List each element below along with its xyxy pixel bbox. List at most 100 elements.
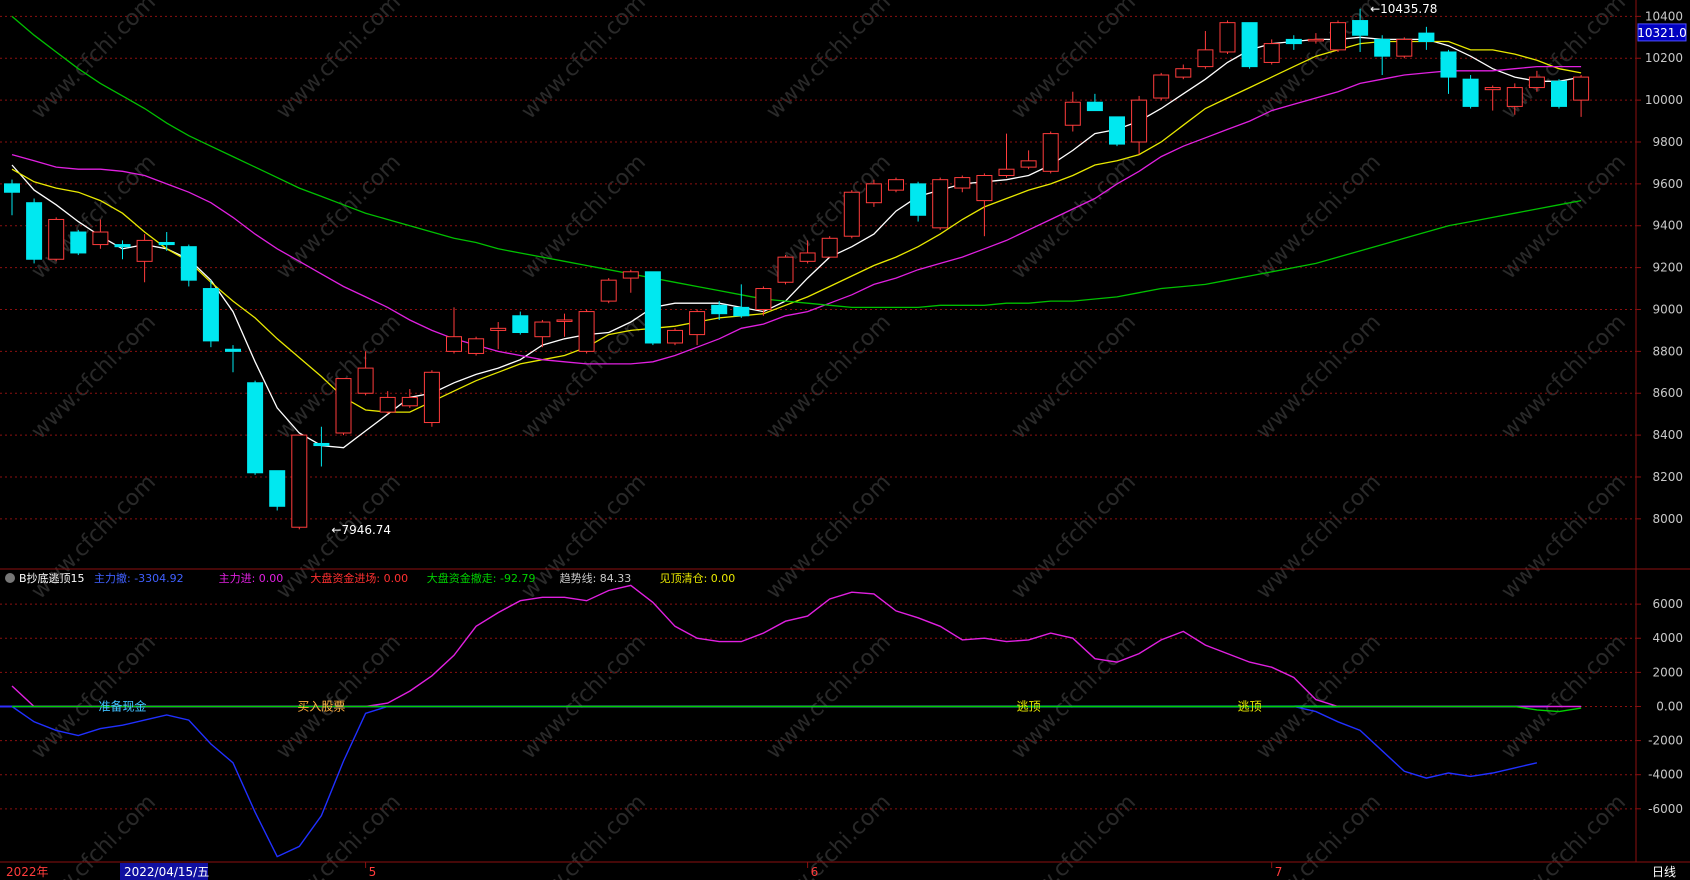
candle-up (821, 237, 838, 258)
candle-up (1020, 160, 1037, 168)
moving-average-line-3 (11, 65, 1582, 365)
candle-up (799, 252, 816, 262)
candle-down (512, 315, 529, 334)
watermark-text: www.cfchi.com (1497, 790, 1631, 880)
indicator-legend-item: 主力撤: -3304.92 (94, 571, 184, 585)
candle-down (1440, 51, 1457, 78)
candle-up (954, 177, 971, 189)
candle-up (1330, 22, 1346, 51)
candle-up (865, 183, 882, 204)
candle-down (711, 304, 728, 315)
candle-up (1219, 22, 1236, 53)
y-tick-label: 8600 (1652, 386, 1683, 400)
candle-up (755, 288, 772, 310)
watermark-text: www.cfchi.com (1007, 630, 1141, 764)
watermark-text: www.cfchi.com (272, 0, 406, 124)
indicator-y-tick-label: -4000 (1648, 768, 1683, 782)
candle-up (401, 396, 418, 407)
candle-down (247, 382, 264, 474)
indicator-y-tick-label: 6000 (1652, 597, 1683, 611)
y-tick-label: 9200 (1652, 261, 1683, 275)
candle-down (910, 183, 927, 216)
candle-down (1352, 20, 1369, 36)
y-tick-label: 9000 (1652, 302, 1683, 316)
candle-up (136, 239, 153, 262)
watermark-text: www.cfchi.com (517, 790, 651, 880)
candle-up (379, 396, 396, 413)
candle-up (1064, 101, 1081, 126)
watermark-text: www.cfchi.com (762, 310, 896, 444)
indicator-series-2 (11, 705, 1538, 858)
candle-up (1484, 87, 1501, 91)
y-tick-label: 8400 (1652, 428, 1683, 442)
candle-down (1462, 78, 1479, 107)
indicator-y-tick-label: -2000 (1648, 734, 1683, 748)
candle-up (998, 168, 1015, 176)
candle-up (976, 174, 993, 202)
period-label: 日线 (1652, 865, 1676, 879)
candle-up (1042, 133, 1059, 172)
candle-up (335, 378, 352, 434)
watermark-text: www.cfchi.com (517, 0, 651, 124)
price-annotation: ←10435.78 (1370, 2, 1437, 16)
candle-up (468, 338, 485, 354)
y-tick-label: 10400 (1645, 9, 1683, 23)
y-tick-label: 9600 (1652, 177, 1683, 191)
watermark-text: www.cfchi.com (1252, 630, 1386, 764)
watermark-text: www.cfchi.com (27, 310, 161, 444)
candle-up (1528, 76, 1545, 89)
y-tick-label: 10200 (1645, 51, 1683, 65)
candle-down (26, 202, 43, 260)
indicator-legend-item: 见顶清仓: 0.00 (660, 571, 736, 585)
candle-up (490, 327, 507, 331)
candle-up (1131, 99, 1148, 143)
watermark-text: www.cfchi.com (272, 630, 406, 764)
candle-up (600, 279, 617, 302)
indicator-legend-item: 大盘资金撤走: -92.79 (427, 571, 536, 585)
watermark-text: www.cfchi.com (1252, 310, 1386, 444)
candle-up (48, 218, 65, 260)
candle-down (225, 348, 241, 352)
candle-up (556, 319, 573, 322)
candle-up (1506, 87, 1523, 107)
candle-down (114, 244, 131, 248)
candle-down (1418, 32, 1435, 42)
watermark: www.cfchi.com www.cfchi.com www.cfchi.com w… (27, 0, 1631, 880)
candle-down (4, 183, 20, 193)
watermark-text: www.cfchi.com (1497, 470, 1631, 604)
candle-down (158, 241, 175, 246)
indicator-y-tick-label: 4000 (1652, 631, 1683, 645)
watermark-text: www.cfchi.com (1007, 310, 1141, 444)
candle-down (1551, 80, 1567, 107)
candle-up (1396, 38, 1413, 57)
watermark-text: www.cfchi.com (1497, 150, 1631, 284)
candle-up (1307, 38, 1324, 42)
watermark-text: www.cfchi.com (762, 630, 896, 764)
candle-down (180, 246, 197, 281)
candle-down (269, 470, 286, 507)
signal-label: 准备现金 (98, 698, 146, 713)
candle-up (534, 321, 551, 338)
watermark-text: www.cfchi.com (517, 150, 651, 284)
stock-chart[interactable]: www.cfchi.com www.cfchi.com www.cfchi.com w… (0, 0, 1690, 880)
candle-down (1374, 38, 1391, 57)
candle-down (1285, 38, 1302, 45)
x-month-label: 6 (811, 865, 819, 879)
indicator-header: B抄底逃顶15 主力撤: -3304.92 主力进: 0.00 大盘资金进场: 0.0… (5, 571, 735, 585)
candle-up (1573, 76, 1590, 101)
indicator-y-tick-label: 0.00 (1656, 699, 1683, 713)
candle-down (70, 231, 87, 254)
candle-up (689, 311, 706, 336)
candle-down (313, 442, 330, 447)
indicator-legend-item: 主力进: 0.00 (219, 572, 284, 585)
y-tick-label: 9800 (1652, 135, 1683, 149)
candle-up (1153, 74, 1170, 99)
indicator-y-tick-label: 2000 (1652, 665, 1683, 679)
x-month-label: 5 (369, 865, 377, 879)
signal-label: 逃顶 (1238, 699, 1262, 713)
collapse-icon[interactable] (5, 573, 15, 583)
indicator-y-tick-label: -6000 (1648, 802, 1683, 816)
x-axis-start-label: 2022年 (6, 865, 49, 879)
candle-up (888, 179, 904, 191)
candle-down (733, 306, 750, 317)
